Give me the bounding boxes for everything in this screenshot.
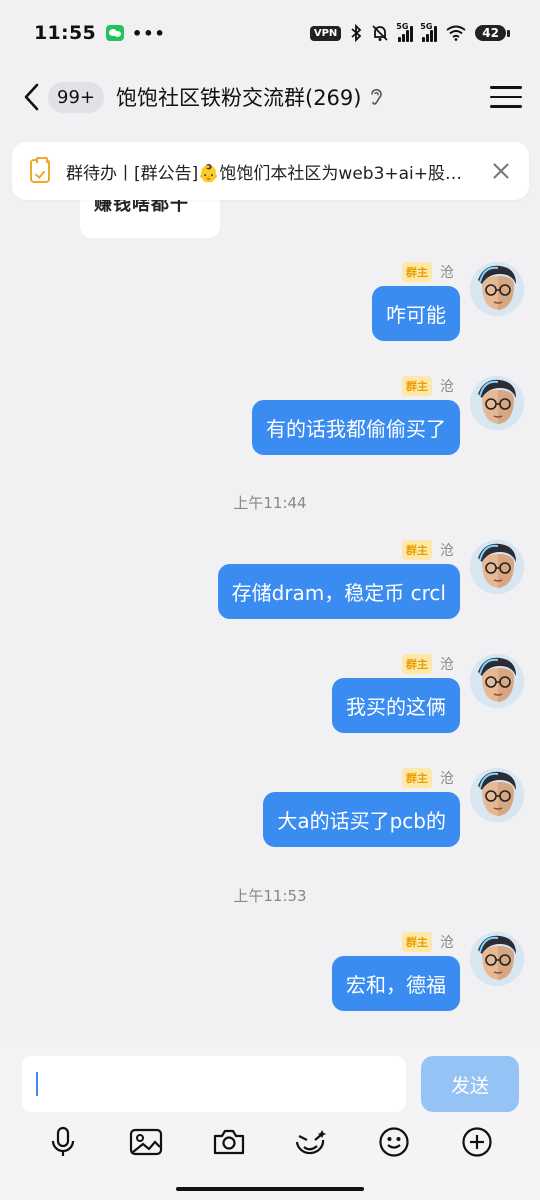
message-bubble[interactable]: 存储dram，稳定币 crcl (217, 564, 460, 619)
message-bubble[interactable]: 咋可能 (372, 286, 460, 341)
message-item: 群主 沧 大a的话买了pcb的 (44, 768, 524, 868)
message-item: 群主 沧 存储dram，稳定币 crcl (44, 540, 524, 640)
status-bar: 11:55 ••• VPN 5G 5G 42 (0, 0, 540, 66)
bluetooth-icon (351, 24, 362, 42)
chat-header: 99+ 饱饱社区铁粉交流群(269) (0, 66, 540, 128)
sender-name: 沧 (440, 379, 454, 395)
avatar[interactable] (470, 932, 524, 986)
gallery-button[interactable] (128, 1124, 164, 1160)
sender-name: 沧 (440, 771, 454, 787)
composer: 发送 (0, 1048, 540, 1200)
task-check-icon (30, 157, 50, 183)
more-button[interactable] (459, 1124, 495, 1160)
owner-badge: 群主 (402, 932, 432, 952)
more-notifications-icon: ••• (131, 23, 166, 43)
home-indicator[interactable] (176, 1187, 364, 1191)
chevron-left-icon (24, 83, 39, 111)
avatar[interactable] (470, 768, 524, 822)
sender-name: 沧 (440, 935, 454, 951)
emoji-button[interactable] (376, 1124, 412, 1160)
composer-toolbar (0, 1124, 540, 1164)
status-indicators: VPN 5G 5G 42 (309, 22, 510, 42)
sender-name: 沧 (440, 657, 454, 673)
smiley-icon (379, 1127, 409, 1157)
text-caret (36, 1072, 38, 1096)
status-time: 11:55 (34, 22, 96, 44)
message-bubble[interactable]: 我买的这俩 (332, 678, 460, 733)
owner-badge: 群主 (402, 262, 432, 282)
owner-badge: 群主 (402, 376, 432, 396)
signal-5g-2-icon: 5G (420, 22, 438, 42)
plus-circle-icon (462, 1127, 492, 1157)
message-input[interactable] (22, 1056, 406, 1112)
time-separator: 上午11:53 (233, 887, 307, 905)
owner-badge: 群主 (402, 768, 432, 788)
funny-face-icon (296, 1130, 327, 1155)
battery-icon: 42 (475, 25, 510, 41)
sender-name: 沧 (440, 543, 454, 559)
camera-button[interactable] (211, 1124, 247, 1160)
avatar[interactable] (470, 262, 524, 316)
signal-5g-1-icon: 5G (396, 22, 414, 42)
send-button[interactable]: 发送 (421, 1056, 519, 1112)
ear-mode-icon[interactable] (369, 86, 387, 108)
owner-badge: 群主 (402, 540, 432, 560)
sender-name: 沧 (440, 265, 454, 281)
group-notice-bar[interactable]: 群待办丨[群公告]👶饱饱们本社区为web3+ai+股… (12, 142, 529, 200)
message-item: 群主 沧 我买的这俩 (44, 654, 524, 754)
vpn-icon: VPN (309, 25, 342, 41)
unread-count-badge[interactable]: 99+ (48, 81, 104, 113)
wechat-notification-icon (105, 25, 124, 41)
group-title[interactable]: 饱饱社区铁粉交流群(269) (116, 82, 361, 112)
image-icon (129, 1128, 163, 1156)
message-item: 群主 沧 宏和，德福 (44, 932, 524, 1032)
voice-button[interactable] (45, 1124, 81, 1160)
message-bubble[interactable]: 宏和，德福 (332, 956, 460, 1011)
message-list[interactable]: 赚钱啥都干 群待办丨[群公告]👶饱饱们本社区为web3+ai+股… 群主 沧 咋… (0, 128, 540, 1048)
camera-icon (213, 1129, 244, 1155)
back-button[interactable] (18, 77, 44, 117)
wifi-icon (446, 25, 466, 41)
close-icon[interactable] (491, 161, 511, 181)
sticker-button[interactable] (293, 1124, 329, 1160)
avatar[interactable] (470, 540, 524, 594)
notice-text: 群待办丨[群公告]👶饱饱们本社区为web3+ai+股… (66, 163, 463, 184)
time-separator: 上午11:44 (233, 494, 307, 512)
avatar[interactable] (470, 376, 524, 430)
avatar[interactable] (470, 654, 524, 708)
owner-badge: 群主 (402, 654, 432, 674)
message-item: 群主 沧 有的话我都偷偷买了 (44, 376, 524, 476)
microphone-icon (52, 1126, 75, 1156)
message-bubble[interactable]: 大a的话买了pcb的 (263, 792, 460, 847)
message-item: 群主 沧 咋可能 (44, 262, 524, 362)
menu-button[interactable] (490, 81, 522, 113)
message-bubble[interactable]: 有的话我都偷偷买了 (252, 400, 460, 455)
mute-bell-icon (372, 25, 388, 41)
